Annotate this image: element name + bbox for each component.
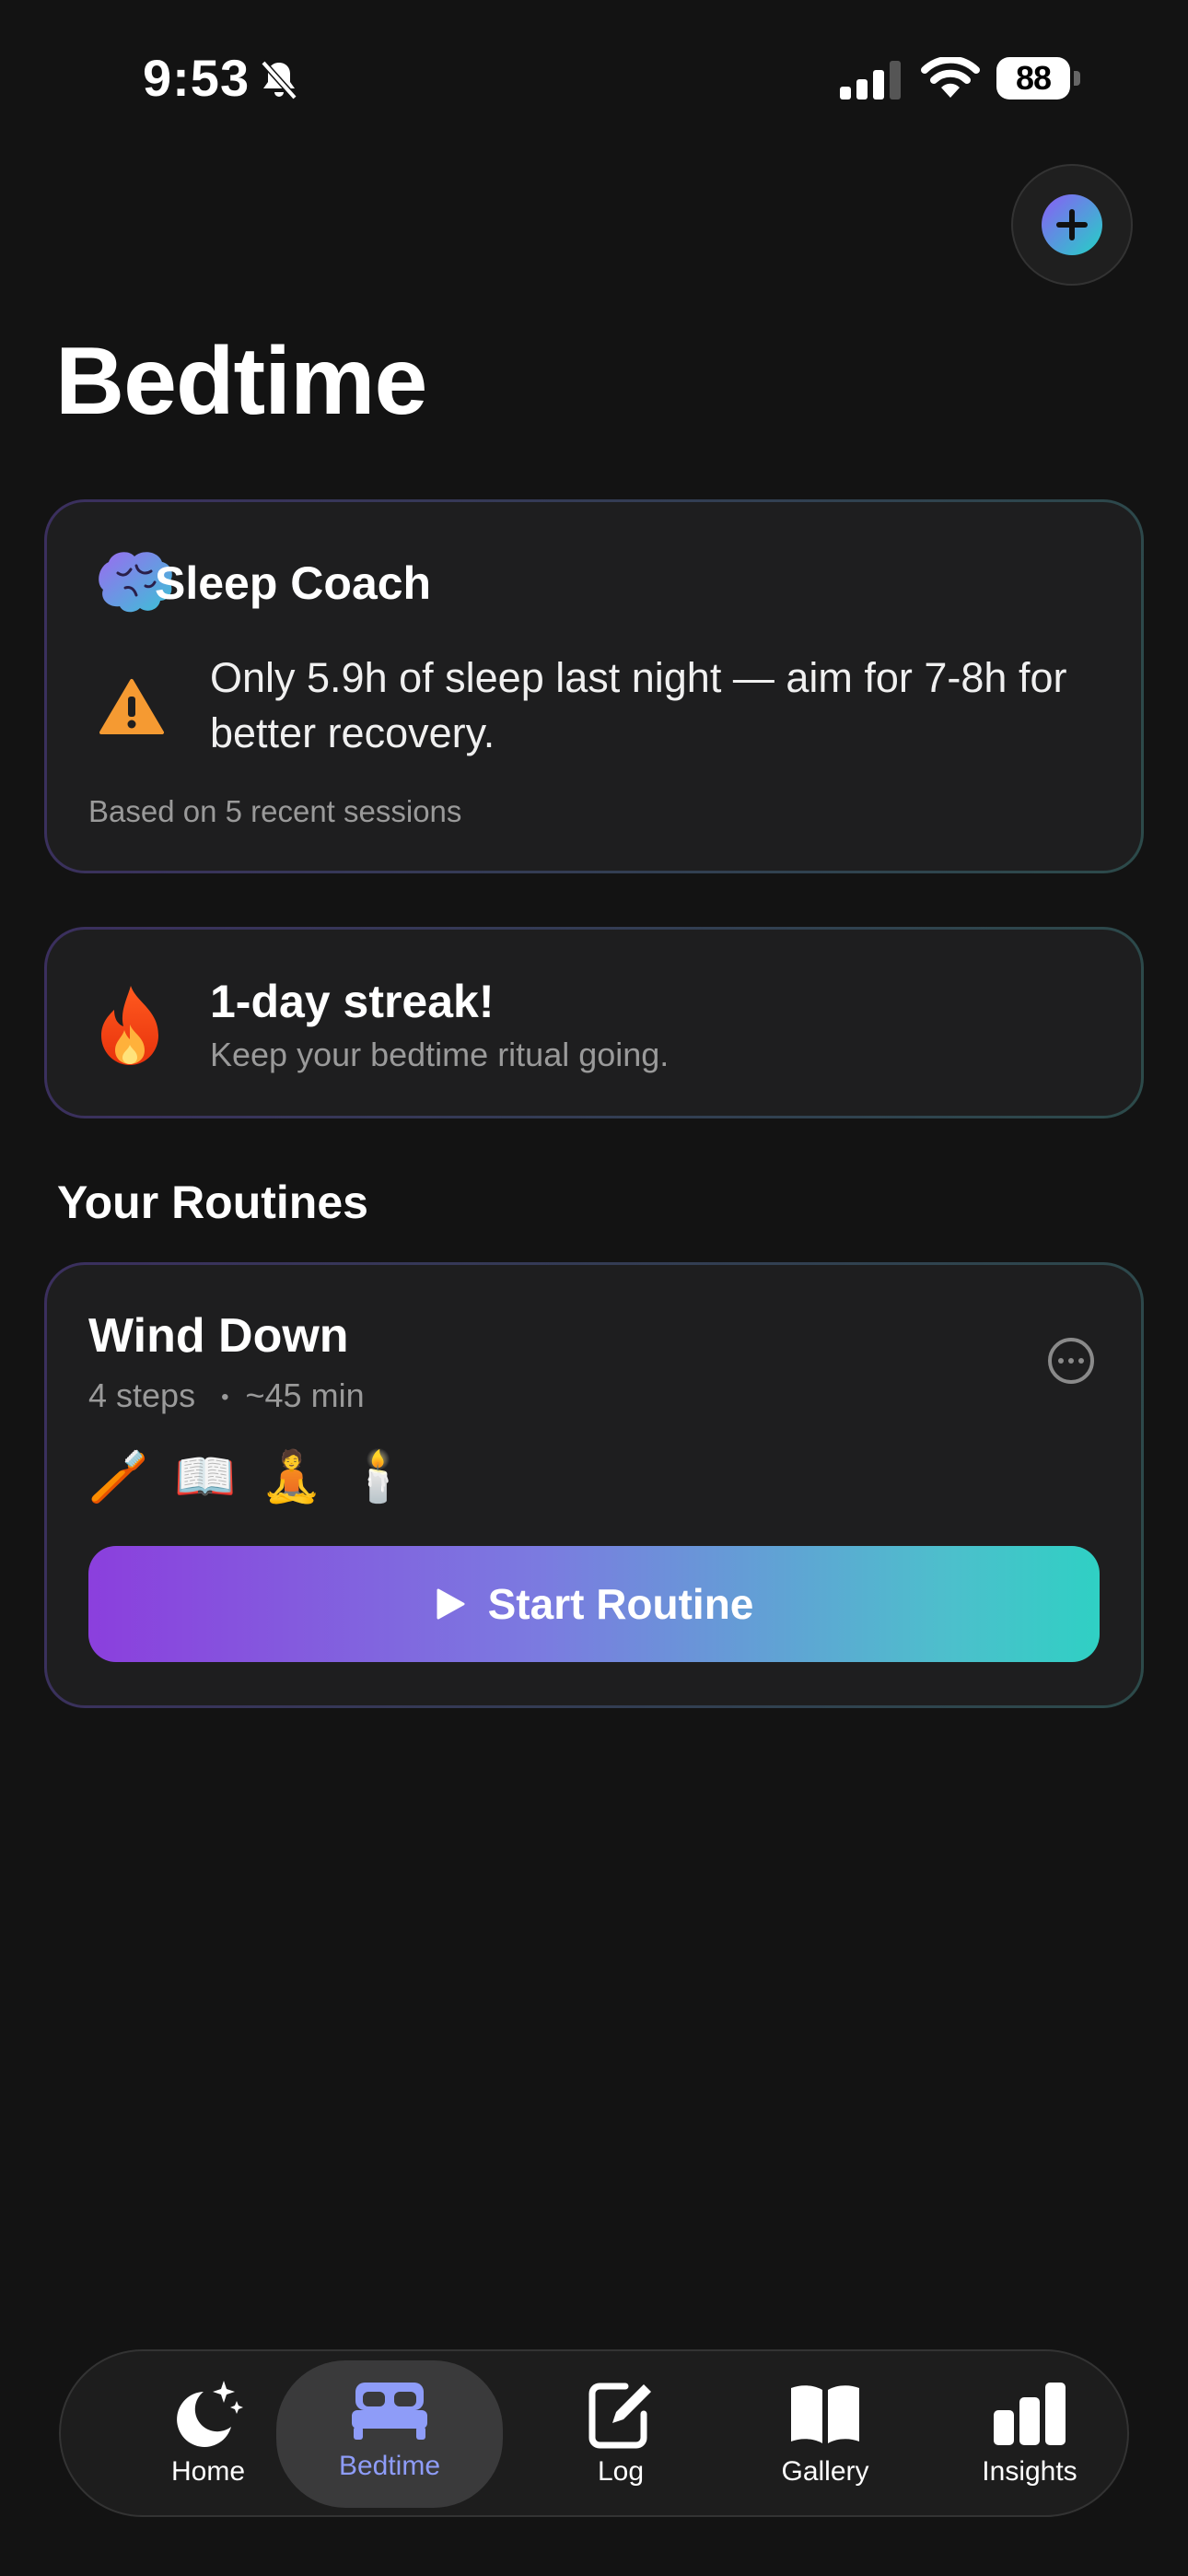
plus-icon [1056,209,1088,240]
status-time: 9:53 [143,49,250,107]
routines-section-title: Your Routines [57,1177,368,1228]
open-book-icon: 📖 [174,1448,237,1505]
tab-log[interactable]: Log [516,2366,726,2504]
meditation-icon: 🧘 [261,1448,323,1505]
wifi-icon [921,57,980,98]
tab-home-label: Home [170,2456,246,2487]
start-routine-label: Start Routine [487,1580,754,1628]
book-open-icon [791,2385,859,2443]
warning-icon [99,679,164,734]
bed-icon [352,2383,427,2440]
bell-slash-icon [261,60,297,100]
streak-subtitle: Keep your bedtime ritual going. [210,1036,670,1073]
sleep-coach-note: Based on 5 recent sessions [88,794,462,828]
routine-title: Wind Down [88,1309,349,1363]
tab-insights[interactable]: Insights [925,2366,1135,2504]
streak-title: 1-day streak! [210,976,495,1027]
routine-duration: ~45 min [245,1376,365,1414]
tab-bar: Home Bedtime Log Gallery Insights [59,2349,1129,2517]
toothbrush-icon: 🪥 [87,1448,150,1505]
start-routine-button[interactable]: Start Routine [88,1546,1100,1662]
tab-insights-label: Insights [982,2456,1077,2487]
moon-stars-icon [177,2381,243,2447]
fire-icon [101,986,158,1065]
tab-log-label: Log [597,2456,645,2487]
sleep-coach-message: Only 5.9h of sleep last night — aim for … [210,654,1067,756]
tab-gallery[interactable]: Gallery [720,2366,930,2504]
routine-meta: 4 steps • ~45 min [88,1376,365,1415]
candle-icon: 🕯️ [347,1448,410,1505]
page-title: Bedtime [55,328,427,435]
tab-gallery-label: Gallery [781,2456,869,2487]
cellular-signal-icon [840,61,901,100]
bar-chart-icon [994,2383,1066,2445]
sleep-coach-title: Sleep Coach [155,557,432,609]
tab-bedtime-label: Bedtime [338,2451,441,2481]
edit-icon [588,2383,651,2449]
routine-steps: 4 steps [88,1376,196,1414]
routine-more-button[interactable] [1048,1338,1094,1384]
tab-bedtime[interactable]: Bedtime [276,2360,503,2508]
play-icon [437,1588,465,1620]
routine-meta-separator: • [221,1385,229,1411]
add-routine-button[interactable] [1011,164,1133,286]
battery-level: 88 [996,57,1070,100]
battery-indicator: 88 [996,57,1081,101]
routine-step-icons: 🪥 📖 🧘 🕯️ [87,1446,410,1507]
